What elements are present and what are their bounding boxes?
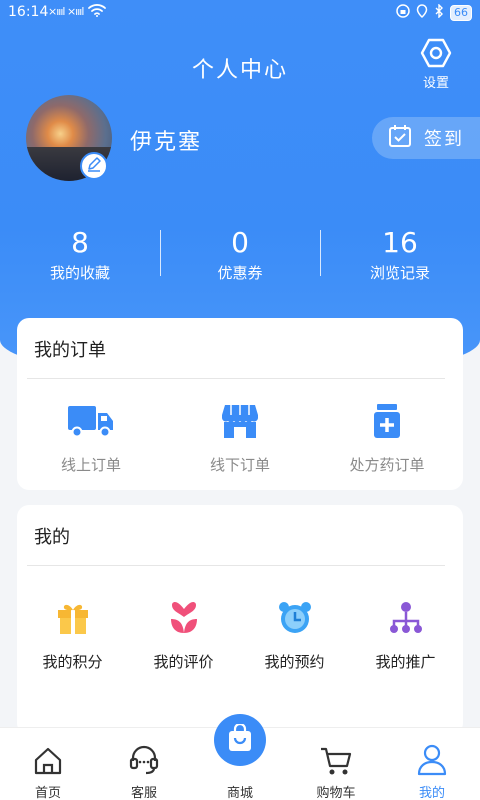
settings-label: 设置 [422, 76, 449, 91]
tab-label: 首页 [34, 786, 61, 800]
mine-title: 我的 [34, 527, 70, 548]
orders-title: 我的订单 [34, 340, 106, 361]
orders-card: 我的订单 线上订单 线下订单 处方药订单 [17, 318, 463, 490]
checkin-label: 签到 [424, 129, 464, 150]
tab-service[interactable]: 客服 [96, 742, 192, 800]
signal-icon: ×ıııl ×ıııl [48, 5, 84, 18]
pencil-icon [86, 156, 102, 176]
cart-icon [288, 742, 384, 776]
order-item-label: 线上订单 [60, 456, 121, 474]
my-appointments-button[interactable]: 我的预约 [239, 599, 350, 672]
order-item-label: 线下订单 [209, 456, 270, 474]
my-item-label: 我的评价 [153, 653, 214, 671]
tab-label: 我的 [418, 786, 445, 800]
truck-icon [21, 402, 161, 440]
stat-value: 8 [71, 226, 89, 259]
headset-icon [96, 742, 192, 776]
status-bar: 16:14 ×ıııl ×ıııl 66 [0, 0, 480, 26]
online-orders-button[interactable]: 线上订单 [21, 402, 161, 475]
my-reviews-button[interactable]: 我的评价 [128, 599, 239, 672]
stat-value: 0 [231, 226, 249, 259]
divider [27, 378, 445, 379]
checkin-button[interactable]: 签到 [372, 117, 480, 159]
tab-label: 购物车 [316, 786, 356, 800]
edit-avatar-button[interactable] [80, 152, 108, 180]
home-icon [0, 742, 96, 776]
share-tree-icon [350, 599, 461, 637]
flower-icon [128, 599, 239, 637]
order-item-label: 处方药订单 [349, 456, 425, 474]
my-item-label: 我的积分 [42, 653, 103, 671]
mine-card: 我的 我的积分 我的评价 我的预约 我的推广 [17, 505, 463, 735]
status-time: 16:14 [8, 4, 49, 20]
stat-label: 优惠券 [217, 264, 263, 282]
prescription-orders-button[interactable]: 处方药订单 [317, 402, 457, 475]
my-item-label: 我的推广 [375, 653, 436, 671]
divider [27, 565, 445, 566]
my-points-button[interactable]: 我的积分 [17, 599, 128, 672]
mall-center-button[interactable] [214, 714, 266, 766]
battery-indicator: 66 [450, 4, 472, 21]
stat-coupons[interactable]: 0 优惠券 [160, 226, 320, 286]
store-icon [170, 402, 310, 440]
my-item-label: 我的预约 [264, 653, 325, 671]
gift-icon [17, 599, 128, 637]
location-icon [416, 4, 428, 21]
alarm-clock-icon [239, 599, 350, 637]
tab-label: 商城 [226, 786, 253, 800]
stat-divider [320, 230, 321, 276]
stats-row: 8 我的收藏 0 优惠券 16 浏览记录 [0, 226, 480, 286]
settings-button[interactable]: 设置 [412, 38, 460, 91]
settings-hexagon-icon [412, 38, 460, 68]
wifi-icon [88, 3, 106, 21]
stat-label: 我的收藏 [49, 264, 110, 282]
tab-home[interactable]: 首页 [0, 742, 96, 800]
stat-favorites[interactable]: 8 我的收藏 [0, 226, 160, 286]
calendar-check-icon [388, 124, 412, 152]
my-promotion-button[interactable]: 我的推广 [350, 599, 461, 672]
tab-mine[interactable]: 我的 [384, 742, 480, 800]
shopping-bag-icon [227, 722, 253, 756]
stat-value: 16 [382, 226, 418, 259]
stat-history[interactable]: 16 浏览记录 [320, 226, 480, 286]
username: 伊克塞 [130, 130, 203, 155]
stat-divider [160, 230, 161, 276]
bluetooth-icon [434, 3, 444, 21]
stat-label: 浏览记录 [369, 264, 430, 282]
tab-cart[interactable]: 购物车 [288, 742, 384, 800]
lock-rotation-icon [396, 4, 410, 21]
user-icon [384, 742, 480, 776]
page-title: 个人中心 [191, 58, 288, 83]
medicine-bottle-icon [317, 402, 457, 440]
tab-label: 客服 [130, 786, 157, 800]
offline-orders-button[interactable]: 线下订单 [170, 402, 310, 475]
